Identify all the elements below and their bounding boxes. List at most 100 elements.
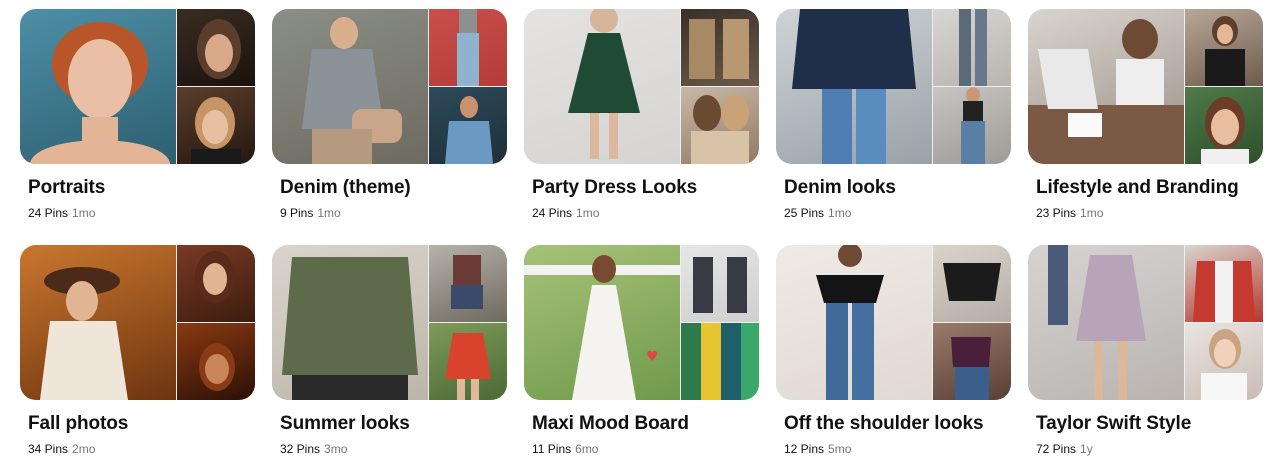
board-card[interactable]: Denim looks 25 Pins 1mo	[776, 9, 1011, 220]
pin-count: 9 Pins	[280, 206, 314, 220]
board-cover[interactable]	[272, 9, 507, 164]
board-meta: 25 Pins 1mo	[784, 206, 851, 220]
board-title[interactable]: Summer looks	[280, 413, 410, 435]
board-cover[interactable]	[20, 245, 255, 400]
white-maxi-dress-image: ♥	[524, 255, 680, 400]
pin-count: 34 Pins	[28, 442, 69, 456]
cover-main-image	[776, 9, 932, 164]
cover-bottom-image	[429, 323, 507, 400]
cover-bottom-image	[177, 87, 255, 164]
board-title[interactable]: Taylor Swift Style	[1036, 413, 1191, 435]
pin-count: 24 Pins	[532, 206, 573, 220]
board-cover[interactable]	[776, 245, 1011, 400]
navy-sweater-jeans-image	[792, 9, 916, 164]
board-meta: 24 Pins 1mo	[28, 206, 95, 220]
board-title[interactable]: Maxi Mood Board	[532, 413, 689, 435]
board-age: 6mo	[575, 442, 599, 456]
cover-main-image	[272, 9, 428, 164]
pin-count: 12 Pins	[784, 442, 825, 456]
denim-jacket-image	[302, 17, 402, 164]
board-meta: 72 Pins 1y	[1036, 442, 1093, 456]
off-shoulder-top-image	[816, 245, 884, 400]
board-age: 1y	[1080, 442, 1093, 456]
pin-count: 23 Pins	[1036, 206, 1077, 220]
cover-bottom-image	[681, 87, 759, 164]
pin-count: 32 Pins	[280, 442, 321, 456]
board-meta: 34 Pins 2mo	[28, 442, 95, 456]
board-age: 1mo	[317, 206, 341, 220]
board-age: 2mo	[72, 442, 96, 456]
cover-top-image	[1185, 9, 1263, 86]
board-title[interactable]: Party Dress Looks	[532, 177, 697, 199]
board-age: 3mo	[324, 442, 348, 456]
board-cover[interactable]	[1028, 245, 1263, 400]
cover-main-image	[1028, 9, 1184, 164]
cover-main-image	[20, 9, 176, 164]
board-age: 5mo	[828, 442, 852, 456]
board-title[interactable]: Off the shoulder looks	[784, 413, 984, 435]
cover-top-image	[177, 9, 255, 86]
board-meta: 9 Pins 1mo	[280, 206, 341, 220]
pin-count: 25 Pins	[784, 206, 825, 220]
cover-bottom-image	[933, 87, 1011, 164]
board-card[interactable]: Party Dress Looks 24 Pins 1mo	[524, 9, 759, 220]
cover-bottom-image	[933, 323, 1011, 400]
board-card[interactable]: Summer looks 32 Pins 3mo	[272, 245, 507, 456]
cover-bottom-image	[1185, 87, 1263, 164]
cover-bottom-image	[429, 87, 507, 164]
board-meta: 12 Pins 5mo	[784, 442, 851, 456]
board-age: 1mo	[72, 206, 96, 220]
board-meta: 23 Pins 1mo	[1036, 206, 1103, 220]
board-meta: 32 Pins 3mo	[280, 442, 347, 456]
cover-top-image	[1185, 245, 1263, 322]
cover-main-image: ♥	[524, 245, 680, 400]
board-cover[interactable]	[524, 9, 759, 164]
board-title[interactable]: Denim (theme)	[280, 177, 411, 199]
laptop-desk-image	[1028, 19, 1184, 164]
board-card[interactable]: Denim (theme) 9 Pins 1mo	[272, 9, 507, 220]
autumn-portrait-image	[40, 267, 128, 400]
cover-main-image	[1028, 245, 1184, 400]
cover-main-image	[272, 245, 428, 400]
board-title[interactable]: Denim looks	[784, 177, 896, 199]
cover-main-image	[776, 245, 932, 400]
cover-bottom-image	[177, 323, 255, 400]
board-card[interactable]: ♥ Maxi Mood Board 11 Pins 6mo	[524, 245, 759, 456]
board-age: 1mo	[1080, 206, 1104, 220]
board-title[interactable]: Fall photos	[28, 413, 128, 435]
board-cover[interactable]	[776, 9, 1011, 164]
board-card[interactable]: Lifestyle and Branding 23 Pins 1mo	[1028, 9, 1263, 220]
cover-bottom-image	[681, 323, 759, 400]
board-meta: 24 Pins 1mo	[532, 206, 599, 220]
cover-top-image	[429, 9, 507, 86]
board-cover[interactable]: ♥	[524, 245, 759, 400]
board-card[interactable]: Fall photos 34 Pins 2mo	[20, 245, 255, 456]
board-title[interactable]: Portraits	[28, 177, 105, 199]
svg-text:♥: ♥	[646, 349, 659, 365]
cover-top-image	[429, 245, 507, 322]
cover-main-image	[20, 245, 176, 400]
cover-top-image	[177, 245, 255, 322]
board-card[interactable]: Portraits 24 Pins 1mo	[20, 9, 255, 220]
cover-bottom-image	[1185, 323, 1263, 400]
cover-main-image	[524, 9, 680, 164]
pin-count: 24 Pins	[28, 206, 69, 220]
lilac-dress-image	[1048, 245, 1146, 400]
board-card[interactable]: Taylor Swift Style 72 Pins 1y	[1028, 245, 1263, 456]
board-age: 1mo	[828, 206, 852, 220]
board-meta: 11 Pins 6mo	[532, 442, 598, 456]
board-age: 1mo	[576, 206, 600, 220]
board-cover[interactable]	[20, 9, 255, 164]
pin-count: 72 Pins	[1036, 442, 1077, 456]
pin-count: 11 Pins	[532, 442, 572, 456]
board-card[interactable]: Off the shoulder looks 12 Pins 5mo	[776, 245, 1011, 456]
board-cover[interactable]	[1028, 9, 1263, 164]
cover-top-image	[933, 245, 1011, 322]
cover-top-image	[681, 9, 759, 86]
board-cover[interactable]	[272, 245, 507, 400]
cover-top-image	[933, 9, 1011, 86]
olive-tshirt-image	[282, 257, 418, 400]
portrait-woman-image	[30, 22, 170, 164]
board-title[interactable]: Lifestyle and Branding	[1036, 177, 1239, 199]
cover-top-image	[681, 245, 759, 322]
